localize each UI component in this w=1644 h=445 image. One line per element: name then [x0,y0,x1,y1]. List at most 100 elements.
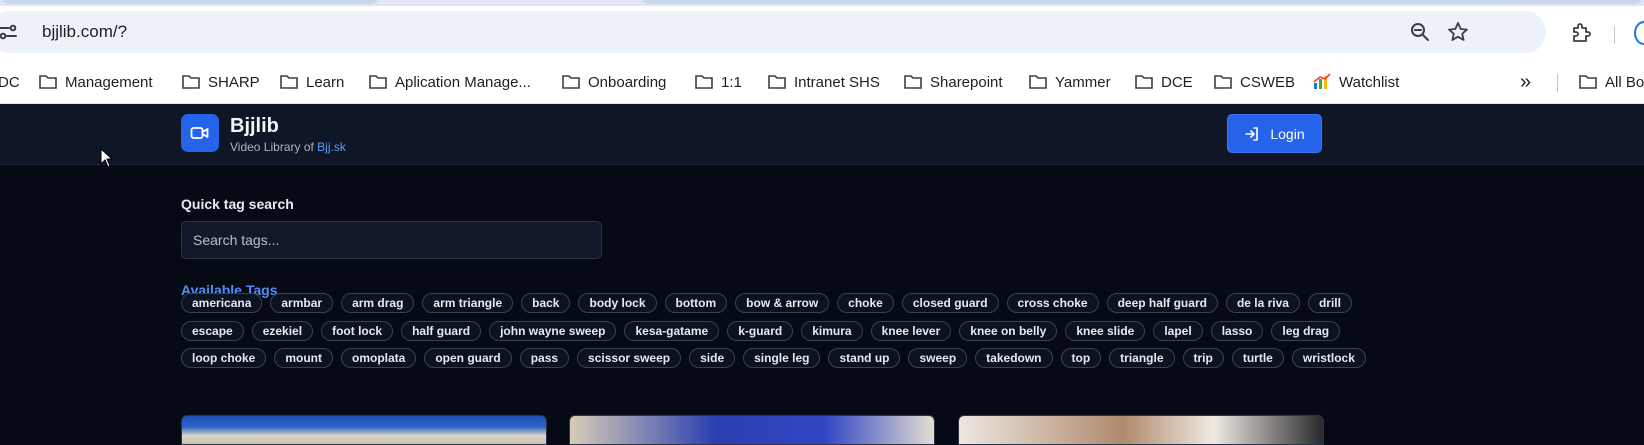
bookmark-sharp[interactable]: SHARP [181,70,260,94]
tab-edge[interactable] [640,0,1644,4]
address-bar[interactable]: bjjlib.com/? [0,11,1546,53]
tag-pill[interactable]: takedown [975,348,1053,368]
site-info-icon[interactable] [0,20,20,44]
tag-row: escape ezekiel foot lock half guard john way… [181,321,1341,341]
bookmark-label: SHARP [208,73,260,91]
tag-pill[interactable]: arm drag [341,293,415,313]
tag-pill[interactable]: leg drag [1271,321,1341,341]
bookmark-csweb[interactable]: CSWEB [1213,70,1295,94]
tag-pill[interactable]: side [689,348,736,368]
tag-pill[interactable]: wristlock [1291,348,1366,368]
tag-pill[interactable]: open guard [424,348,512,368]
zoom-icon[interactable] [1408,20,1432,44]
bookmark-1-1[interactable]: 1:1 [694,70,742,94]
bookmark-label: Management [65,73,153,91]
tag-pill[interactable]: mount [274,348,333,368]
bookmark-label: All Bo [1605,73,1644,91]
tag-pill[interactable]: foot lock [321,321,394,341]
url-text[interactable]: bjjlib.com/? [42,22,127,42]
mouse-cursor-icon [100,148,114,168]
bookmark-label: Aplication Manage... [395,73,531,91]
bookmark-label: Yammer [1055,73,1111,91]
bookmark-dc[interactable]: DC [0,70,20,94]
bookmark-management[interactable]: Management [38,70,153,94]
bookmark-label: DCE [1161,73,1193,91]
browser-toolbar: bjjlib.com/? [0,6,1644,62]
tag-pill[interactable]: loop choke [181,348,267,368]
tag-pill[interactable]: knee on belly [959,321,1058,341]
tag-pill[interactable]: bottom [664,293,728,313]
tag-pill[interactable]: lapel [1153,321,1203,341]
star-icon[interactable] [1446,20,1470,44]
folder-icon [1214,75,1232,89]
tag-pill[interactable]: drill [1307,293,1352,313]
bookmark-label: Learn [306,73,345,91]
tag-pill[interactable]: turtle [1231,348,1284,368]
tag-pill[interactable]: bow & arrow [735,293,830,313]
bookmark-onboarding[interactable]: Onboarding [561,70,666,94]
tag-search-input[interactable] [181,221,602,259]
video-card[interactable] [181,415,547,445]
folder-icon [182,75,200,89]
all-bookmarks-button[interactable]: All Bo [1578,70,1644,94]
profile-avatar-icon[interactable] [1634,21,1644,45]
tag-pill[interactable]: back [521,293,571,313]
tag-pill[interactable]: half guard [401,321,482,341]
folder-icon [695,75,713,89]
folder-icon [280,75,298,89]
bookmarks-overflow-button[interactable]: » [1520,70,1531,94]
video-card[interactable] [569,415,935,445]
tag-pill[interactable]: top [1060,348,1102,368]
login-button[interactable]: Login [1227,114,1322,153]
brand-logo[interactable] [181,114,219,152]
bookmark-dce[interactable]: DCE [1134,70,1193,94]
tag-pill[interactable]: stand up [828,348,901,368]
tag-pill[interactable]: single leg [743,348,821,368]
tag-pill[interactable]: armbar [270,293,334,313]
tag-pill[interactable]: k-guard [727,321,794,341]
bookmark-aplication-manage[interactable]: Aplication Manage... [368,70,531,94]
brand-name[interactable]: Bjjlib [230,115,279,138]
tag-pill[interactable]: ezekiel [251,321,314,341]
tag-pill[interactable]: arm triangle [422,293,514,313]
folder-icon [904,75,922,89]
tag-pill[interactable]: closed guard [901,293,999,313]
tag-pill[interactable]: omoplata [341,348,417,368]
tag-pill[interactable]: choke [837,293,894,313]
tag-pill[interactable]: lasso [1210,321,1264,341]
bookmark-yammer[interactable]: Yammer [1028,70,1111,94]
tag-pill[interactable]: triangle [1109,348,1175,368]
bookmark-sharepoint[interactable]: Sharepoint [903,70,1003,94]
folder-icon [768,75,786,89]
tag-pill[interactable]: knee slide [1065,321,1146,341]
tag-pill[interactable]: pass [519,348,570,368]
bookmark-watchlist[interactable]: Watchlist [1312,70,1399,94]
tag-pill[interactable]: deep half guard [1106,293,1218,313]
tag-pill[interactable]: cross choke [1006,293,1099,313]
tag-pill[interactable]: knee lever [870,321,952,341]
tag-pill[interactable]: scissor sweep [577,348,682,368]
bookmark-label: DC [0,73,20,91]
tag-pill[interactable]: trip [1182,348,1224,368]
login-label: Login [1270,125,1305,142]
folder-icon [562,75,580,89]
extensions-icon[interactable] [1569,21,1593,45]
tag-pill[interactable]: kimura [801,321,863,341]
tag-pill[interactable]: kesa-gatame [624,321,720,341]
video-card[interactable] [958,415,1324,445]
bookmark-learn[interactable]: Learn [279,70,344,94]
tag-pill[interactable]: john wayne sweep [489,321,617,341]
tag-row: americana armbar arm drag arm triangle back b… [181,293,1352,313]
tag-pill[interactable]: sweep [908,348,968,368]
bjj-sk-link[interactable]: Bjj.sk [317,140,346,154]
tab-edge[interactable] [0,0,380,4]
subtitle-text: Video Library of [230,140,318,154]
folder-icon [39,75,57,89]
folder-icon [1579,75,1597,89]
toolbar-divider [1614,26,1615,44]
tag-pill[interactable]: de la riva [1225,293,1300,313]
tag-pill[interactable]: body lock [578,293,657,313]
bookmark-intranet-shs[interactable]: Intranet SHS [767,70,880,94]
tag-pill[interactable]: americana [181,293,263,313]
tag-pill[interactable]: escape [181,321,244,341]
